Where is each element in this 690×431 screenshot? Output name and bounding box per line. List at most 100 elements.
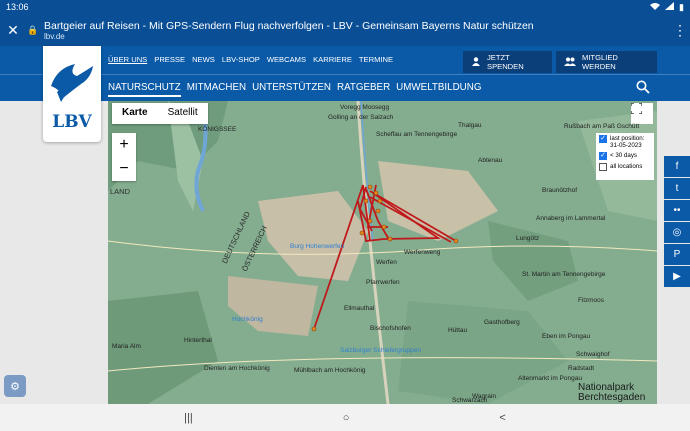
browser-tab-bar: ✕ 🔒 Bartgeier auf Reisen - Mit GPS-Sende… xyxy=(0,14,690,46)
donate-icon xyxy=(471,56,481,68)
instagram-icon[interactable]: ◎ xyxy=(664,222,690,243)
place-label: Golling an der Salzach xyxy=(328,114,394,121)
home-icon[interactable]: ○ xyxy=(343,412,350,424)
map-type-karte[interactable]: Karte xyxy=(112,103,158,124)
place-label: Burg Hohenwerfen xyxy=(290,243,345,250)
nav-unterstuetzen[interactable]: UNTERSTÜTZEN xyxy=(252,82,331,97)
place-label: Werfenweng xyxy=(404,249,441,256)
donate-button[interactable]: JETZT SPENDEN xyxy=(463,51,552,73)
main-nav: NATURSCHUTZ MITMACHEN UNTERSTÜTZEN RATGE… xyxy=(108,82,481,97)
group-icon xyxy=(564,57,576,68)
place-label: Maria Alm xyxy=(112,343,141,350)
country-label: LAND xyxy=(110,187,131,196)
zoom-control: + − xyxy=(112,133,136,181)
place-label: Scheffau am Tennengebirge xyxy=(376,131,458,138)
place-label: Ellmauthal xyxy=(344,305,375,312)
top-links: ÜBER UNS PRESSE NEWS LBV-SHOP WEBCAMS KA… xyxy=(108,55,393,64)
nav-mitmachen[interactable]: MITMACHEN xyxy=(187,82,246,97)
place-label: Filzmoos xyxy=(578,297,605,304)
place-label: Radstadt xyxy=(568,365,595,372)
toplink-karriere[interactable]: KARRIERE xyxy=(313,55,352,64)
facebook-icon[interactable]: f xyxy=(664,156,690,177)
toplink-webcams[interactable]: WEBCAMS xyxy=(267,55,306,64)
place-label: Braunötzhof xyxy=(542,187,578,194)
android-nav-bar: ||| ○ < xyxy=(0,404,690,431)
close-icon[interactable]: ✕ xyxy=(0,22,26,39)
zoom-out-button[interactable]: − xyxy=(112,157,136,181)
place-label: Hinterthal xyxy=(184,337,212,344)
status-bar: 13:06 ▮ xyxy=(0,0,690,14)
place-label: Schwarzach xyxy=(452,397,488,404)
more-menu-icon[interactable]: ⋮ xyxy=(670,22,690,39)
legend-30-days[interactable]: ✓ < 30 days xyxy=(599,152,651,160)
place-label: Bischofshofen xyxy=(370,325,411,332)
map-type-toggle: Karte Satellit xyxy=(112,103,208,124)
legend-all-locations-label: all locations xyxy=(610,163,643,170)
status-time: 13:06 xyxy=(6,2,29,12)
legend-last-position[interactable]: ✓ last position: 31-05-2023 xyxy=(599,135,651,149)
place-label: Altenmarkt im Pongau xyxy=(518,375,582,382)
place-label: Abtenau xyxy=(478,157,503,164)
map-type-satellit[interactable]: Satellit xyxy=(158,103,208,124)
checkbox-last-position[interactable]: ✓ xyxy=(599,135,607,143)
recent-apps-icon[interactable]: ||| xyxy=(184,412,193,424)
membership-button[interactable]: MITGLIED WERDEN xyxy=(556,51,657,73)
lbv-logo[interactable]: LBV xyxy=(43,46,101,142)
page-title: Bartgeier auf Reisen - Mit GPS-Sendern F… xyxy=(44,19,534,32)
legend-last-position-label: last position: 31-05-2023 xyxy=(610,135,645,149)
place-label: Schwaighof xyxy=(576,351,610,358)
twitter-icon[interactable]: t xyxy=(664,178,690,199)
cookie-settings-icon[interactable]: ⚙ xyxy=(4,375,26,397)
flickr-icon[interactable]: •• xyxy=(664,200,690,221)
np-line-2: Berchtesgaden xyxy=(578,392,646,403)
map[interactable]: Karte Satellit + − ✓ last position: 31-0… xyxy=(108,101,657,404)
place-label: Pfarrwerfen xyxy=(366,279,400,286)
signal-icon xyxy=(665,2,675,12)
social-sidebar: f t •• ◎ P ▶ xyxy=(664,156,690,288)
place-label: Eben im Pongau xyxy=(542,333,591,340)
place-label: Hochkönig xyxy=(232,316,263,323)
youtube-icon[interactable]: ▶ xyxy=(664,266,690,287)
place-label: Gasthofberg xyxy=(484,319,520,326)
legend-30-days-label: < 30 days xyxy=(610,152,638,159)
membership-label: MITGLIED WERDEN xyxy=(582,53,618,71)
bird-logo-icon xyxy=(51,64,93,102)
place-label: Werfen xyxy=(376,259,397,266)
place-label: Mühlbach am Hochkönig xyxy=(294,367,366,374)
place-label: Thalgau xyxy=(458,122,482,129)
place-label: KÖNIGSSEE xyxy=(198,126,237,133)
toplink-shop[interactable]: LBV-SHOP xyxy=(222,55,260,64)
checkbox-all-locations[interactable] xyxy=(599,163,607,171)
map-legend: ✓ last position: 31-05-2023 ✓ < 30 days … xyxy=(596,133,654,180)
pinterest-icon[interactable]: P xyxy=(664,244,690,265)
battery-icon: ▮ xyxy=(679,1,684,12)
place-label: St. Martin am Tennengebirge xyxy=(522,271,606,278)
place-label: Voregg Moosegg xyxy=(340,104,390,111)
place-label: Rußbach am Paß Gschütt xyxy=(564,123,640,130)
toplink-news[interactable]: NEWS xyxy=(192,55,215,64)
zoom-in-button[interactable]: + xyxy=(112,133,136,157)
logo-text: LBV xyxy=(52,112,92,132)
place-label: Hüttau xyxy=(448,327,468,334)
search-icon[interactable] xyxy=(636,80,650,97)
back-icon[interactable]: < xyxy=(499,412,505,424)
place-label: Lungötz xyxy=(516,235,540,242)
place-label: Annaberg im Lammertal xyxy=(536,215,606,222)
toplink-termine[interactable]: TERMINE xyxy=(359,55,393,64)
wifi-icon xyxy=(650,2,661,12)
page-domain: lbv.de xyxy=(44,31,65,41)
nav-umweltbildung[interactable]: UMWELTBILDUNG xyxy=(396,82,481,97)
fullscreen-icon[interactable] xyxy=(631,103,653,124)
nav-naturschutz[interactable]: NATURSCHUTZ xyxy=(108,82,181,97)
toplink-ueber-uns[interactable]: ÜBER UNS xyxy=(108,55,147,64)
donate-label: JETZT SPENDEN xyxy=(487,53,524,71)
lock-icon: 🔒 xyxy=(27,24,39,35)
legend-all-locations[interactable]: all locations xyxy=(599,163,651,171)
nationalpark-logo: Nationalpark Berchtesgaden xyxy=(578,383,645,403)
place-label: Salzburger Schiefergruppen xyxy=(340,347,421,354)
nav-ratgeber[interactable]: RATGEBER xyxy=(337,82,390,97)
toplink-presse[interactable]: PRESSE xyxy=(154,55,185,64)
terrain-map xyxy=(108,101,657,404)
checkbox-30-days[interactable]: ✓ xyxy=(599,152,607,160)
place-label: Dienten am Hochkönig xyxy=(204,365,270,372)
